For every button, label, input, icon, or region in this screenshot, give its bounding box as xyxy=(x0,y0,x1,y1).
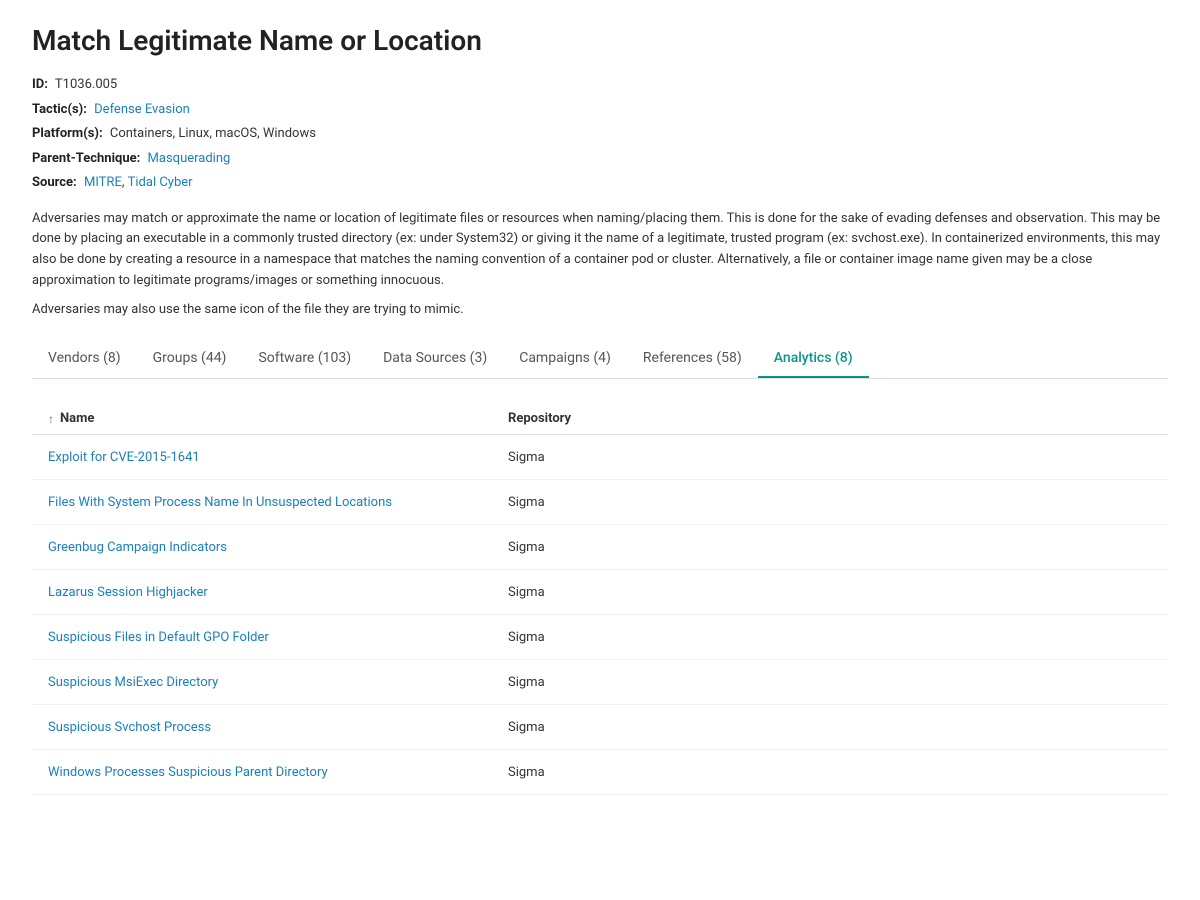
tab-references[interactable]: References (58) xyxy=(627,340,758,378)
cell-repo: Sigma xyxy=(508,720,1152,735)
analytic-name-link[interactable]: Suspicious Svchost Process xyxy=(48,720,211,735)
cell-repo: Sigma xyxy=(508,585,1152,600)
description-section: Adversaries may match or approximate the… xyxy=(32,209,1168,321)
analytic-name-link[interactable]: Greenbug Campaign Indicators xyxy=(48,540,227,555)
source-mitre-link[interactable]: MITRE xyxy=(84,175,122,190)
table-row: Exploit for CVE-2015-1641 Sigma xyxy=(32,435,1168,480)
analytic-name-link[interactable]: Suspicious Files in Default GPO Folder xyxy=(48,630,269,645)
col-name-header[interactable]: ↑ Name xyxy=(48,411,508,426)
meta-source-row: Source: MITRE, Tidal Cyber xyxy=(32,173,1168,193)
table-row: Suspicious MsiExec Directory Sigma xyxy=(32,660,1168,705)
table-row: Files With System Process Name In Unsusp… xyxy=(32,480,1168,525)
cell-name: Windows Processes Suspicious Parent Dire… xyxy=(48,764,508,780)
description-para-2: Adversaries may also use the same icon o… xyxy=(32,300,1168,321)
id-label: ID: xyxy=(32,77,48,92)
col-name-label: Name xyxy=(60,411,94,426)
analytic-name-link[interactable]: Files With System Process Name In Unsusp… xyxy=(48,495,392,510)
tabs-container: Vendors (8) Groups (44) Software (103) D… xyxy=(32,340,1168,379)
analytic-name-link[interactable]: Suspicious MsiExec Directory xyxy=(48,675,218,690)
meta-parent-technique-row: Parent-Technique: Masquerading xyxy=(32,149,1168,169)
table-row: Suspicious Svchost Process Sigma xyxy=(32,705,1168,750)
col-repo-header: Repository xyxy=(508,411,1152,426)
cell-repo: Sigma xyxy=(508,495,1152,510)
meta-tactics-row: Tactic(s): Defense Evasion xyxy=(32,100,1168,120)
meta-id-row: ID: T1036.005 xyxy=(32,75,1168,95)
cell-name: Suspicious Svchost Process xyxy=(48,719,508,735)
id-value: T1036.005 xyxy=(55,77,117,92)
description-para-1: Adversaries may match or approximate the… xyxy=(32,209,1168,292)
cell-name: Greenbug Campaign Indicators xyxy=(48,539,508,555)
tab-vendors[interactable]: Vendors (8) xyxy=(32,340,137,378)
cell-name: Suspicious MsiExec Directory xyxy=(48,674,508,690)
cell-repo: Sigma xyxy=(508,540,1152,555)
parent-technique-label: Parent-Technique: xyxy=(32,151,140,166)
tab-data-sources[interactable]: Data Sources (3) xyxy=(367,340,503,378)
cell-name: Files With System Process Name In Unsusp… xyxy=(48,494,508,510)
meta-section: ID: T1036.005 Tactic(s): Defense Evasion… xyxy=(32,75,1168,193)
table-header: ↑ Name Repository xyxy=(32,403,1168,435)
sort-arrow-icon: ↑ xyxy=(48,412,54,426)
cell-repo: Sigma xyxy=(508,675,1152,690)
platforms-label: Platform(s): xyxy=(32,126,103,141)
cell-name: Suspicious Files in Default GPO Folder xyxy=(48,629,508,645)
page-title: Match Legitimate Name or Location xyxy=(32,24,1168,57)
cell-name: Exploit for CVE-2015-1641 xyxy=(48,449,508,465)
tactics-label: Tactic(s): xyxy=(32,102,87,117)
tactics-link[interactable]: Defense Evasion xyxy=(94,102,190,117)
tab-analytics[interactable]: Analytics (8) xyxy=(758,340,869,378)
source-label: Source: xyxy=(32,175,77,190)
table-row: Windows Processes Suspicious Parent Dire… xyxy=(32,750,1168,795)
analytic-name-link[interactable]: Lazarus Session Highjacker xyxy=(48,585,208,600)
platforms-value: Containers, Linux, macOS, Windows xyxy=(110,126,316,141)
analytic-name-link[interactable]: Windows Processes Suspicious Parent Dire… xyxy=(48,765,328,780)
cell-repo: Sigma xyxy=(508,450,1152,465)
table-row: Greenbug Campaign Indicators Sigma xyxy=(32,525,1168,570)
tab-campaigns[interactable]: Campaigns (4) xyxy=(503,340,627,378)
tab-software[interactable]: Software (103) xyxy=(242,340,367,378)
table-row: Lazarus Session Highjacker Sigma xyxy=(32,570,1168,615)
analytics-table: ↑ Name Repository Exploit for CVE-2015-1… xyxy=(32,403,1168,795)
source-tidal-link[interactable]: Tidal Cyber xyxy=(128,175,193,190)
parent-technique-link[interactable]: Masquerading xyxy=(148,151,231,166)
tab-groups[interactable]: Groups (44) xyxy=(137,340,243,378)
analytic-name-link[interactable]: Exploit for CVE-2015-1641 xyxy=(48,450,200,465)
cell-repo: Sigma xyxy=(508,630,1152,645)
table-body: Exploit for CVE-2015-1641 Sigma Files With… xyxy=(32,435,1168,795)
meta-platforms-row: Platform(s): Containers, Linux, macOS, W… xyxy=(32,124,1168,144)
cell-name: Lazarus Session Highjacker xyxy=(48,584,508,600)
table-row: Suspicious Files in Default GPO Folder Si… xyxy=(32,615,1168,660)
cell-repo: Sigma xyxy=(508,765,1152,780)
